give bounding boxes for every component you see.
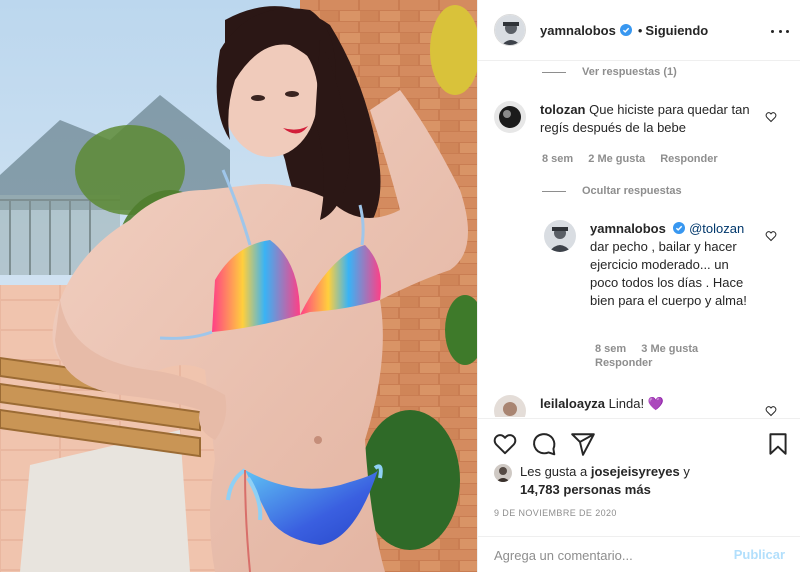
separator-dot: • [637, 22, 643, 38]
liker-username[interactable]: josejeisyreyes [591, 464, 680, 479]
reply-mention[interactable]: @tolozan [689, 221, 744, 236]
avatar-image [495, 15, 525, 45]
reply-button[interactable]: Responder [595, 357, 652, 369]
commenter-avatar-image [494, 395, 526, 417]
post-date[interactable]: 9 DE NOVIEMBRE DE 2020 [494, 508, 617, 518]
comment-body: leilaloayza Linda! 💜 [540, 395, 664, 417]
comment-username[interactable]: tolozan [540, 102, 586, 117]
more-dot [778, 29, 782, 33]
comment-time[interactable]: 8 sem [542, 153, 573, 165]
comment-like-count[interactable]: 2 Me gusta [588, 153, 645, 165]
divider [542, 190, 566, 192]
comment-body: tolozan Que hiciste para quedar tan regí… [540, 101, 764, 137]
hide-replies-label: Ocultar respuestas [582, 185, 682, 197]
share-icon[interactable] [570, 431, 596, 457]
verified-badge-icon [619, 24, 632, 36]
commenter-avatar[interactable] [494, 395, 526, 417]
likes-summary: Les gusta a josejeisyreyes y 14,783 pers… [494, 463, 690, 499]
heart-icon[interactable] [765, 230, 777, 242]
publish-button[interactable]: Publicar [734, 547, 785, 562]
comments-list[interactable]: Ver respuestas (1) tolozan Que hiciste p… [478, 62, 800, 417]
likes-prefix: Les gusta a [520, 464, 588, 479]
reply-like-count[interactable]: 3 Me gusta [641, 343, 698, 355]
comment-meta: 8 sem 2 Me gusta Responder [542, 153, 730, 165]
reply-username[interactable]: yamnalobos [590, 221, 666, 236]
more-icon[interactable] [771, 22, 789, 40]
hide-replies-button[interactable]: Ocultar respuestas [542, 185, 682, 197]
heart-icon[interactable] [765, 405, 777, 417]
comment-username[interactable]: leilaloayza [540, 396, 605, 411]
post-actions: Les gusta a josejeisyreyes y 14,783 pers… [478, 418, 800, 518]
reply-item: yamnalobos @tolozan dar pecho , bailar y… [544, 220, 759, 310]
divider [542, 71, 566, 73]
comment-composer: Publicar [478, 536, 800, 572]
comment-item: tolozan Que hiciste para quedar tan regí… [494, 101, 764, 137]
reply-body: yamnalobos @tolozan dar pecho , bailar y… [590, 220, 759, 310]
reply-time[interactable]: 8 sem [595, 343, 626, 355]
heart-icon[interactable] [765, 111, 777, 123]
liker-avatar[interactable] [494, 464, 512, 482]
comment-text: Linda! [608, 396, 645, 411]
likes-conj: y [683, 464, 690, 479]
view-replies-button[interactable]: Ver respuestas (1) [542, 66, 677, 78]
post-header: yamnalobos • Siguiendo [478, 0, 800, 61]
post-photo[interactable] [0, 0, 477, 572]
more-dot [786, 29, 789, 33]
post-author-username[interactable]: yamnalobos [540, 23, 616, 38]
liker-avatar-image [494, 464, 512, 482]
reply-avatar[interactable] [544, 220, 576, 252]
avatar[interactable] [494, 14, 526, 46]
likes-text: Les gusta a josejeisyreyes y 14,783 pers… [520, 463, 690, 499]
post-detail-panel: yamnalobos • Siguiendo Ver respuestas (1… [477, 0, 800, 572]
commenter-avatar[interactable] [494, 101, 526, 133]
comment-icon[interactable] [531, 431, 557, 457]
comment-item: leilaloayza Linda! 💜 [494, 395, 764, 417]
verified-badge-icon [673, 222, 686, 234]
more-dot [771, 29, 774, 33]
reply-meta: 8 sem 3 Me gusta Responder [595, 342, 745, 370]
heart-icon[interactable] [492, 431, 518, 457]
bookmark-icon[interactable] [765, 431, 791, 457]
commenter-avatar-image [494, 101, 526, 133]
reply-text: dar pecho , bailar y hacer ejercicio mod… [590, 239, 747, 308]
reply-button[interactable]: Responder [660, 153, 717, 165]
following-button[interactable]: Siguiendo [645, 23, 708, 38]
likes-count[interactable]: 14,783 personas más [520, 482, 651, 497]
purple-heart-emoji: 💜 [647, 396, 664, 411]
comment-input[interactable] [494, 546, 734, 563]
post-photo-image [0, 0, 477, 572]
reply-avatar-image [544, 220, 576, 252]
view-replies-label: Ver respuestas (1) [582, 66, 677, 78]
